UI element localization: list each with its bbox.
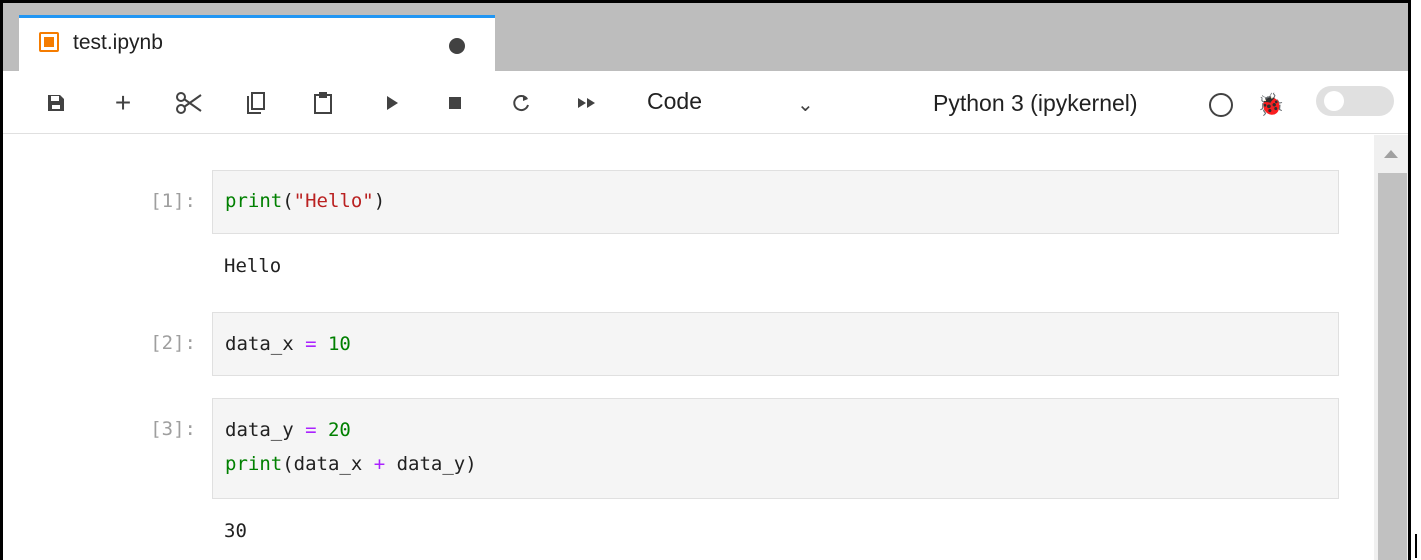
unsaved-indicator-icon[interactable]	[449, 38, 465, 54]
run-all-button[interactable]	[574, 86, 600, 120]
code-line: data_x = 10	[225, 333, 351, 355]
code-line: print("Hello")	[225, 190, 386, 212]
kernel-name-button[interactable]: Python 3 (ipykernel)	[933, 90, 1138, 117]
cell-type-select[interactable]: Code	[647, 88, 702, 115]
stop-icon	[449, 97, 461, 109]
plus-icon: +	[114, 87, 132, 118]
debugger-bug-icon[interactable]: 🐞	[1257, 92, 1284, 118]
copy-icon	[247, 92, 265, 114]
restart-icon	[513, 95, 529, 112]
copy-button[interactable]	[241, 86, 271, 120]
tab-bar: test.ipynb	[3, 3, 1408, 72]
notebook-window: test.ipynb + Code ⌄ Python 3 (ipykernel)…	[0, 0, 1411, 560]
vertical-scrollbar[interactable]	[1374, 135, 1408, 560]
code-cell-input[interactable]: data_y = 20 print(data_x + data_y)	[212, 398, 1339, 499]
cell-output: 30	[224, 520, 247, 542]
play-icon	[387, 96, 398, 110]
scroll-up-arrow-icon[interactable]	[1384, 150, 1398, 158]
paste-button[interactable]	[308, 86, 338, 120]
window-edge	[1415, 534, 1417, 558]
toggle-knob	[1324, 91, 1344, 111]
run-button[interactable]	[380, 86, 404, 120]
chevron-down-icon[interactable]: ⌄	[797, 92, 814, 117]
code-line: data_y = 20	[225, 419, 351, 441]
notebook-toolbar: + Code ⌄ Python 3 (ipykernel) 🐞	[3, 72, 1408, 134]
code-cell-input[interactable]: print("Hello")	[212, 170, 1339, 234]
cut-button[interactable]	[171, 86, 207, 120]
insert-cell-button[interactable]: +	[108, 86, 138, 120]
tab-test-ipynb[interactable]: test.ipynb	[19, 15, 495, 72]
scrollbar-thumb[interactable]	[1378, 173, 1407, 560]
debugger-toggle[interactable]	[1316, 86, 1394, 116]
cell-output: Hello	[224, 255, 282, 277]
restart-button[interactable]	[508, 86, 534, 120]
save-button[interactable]	[41, 86, 71, 120]
notebook-icon	[39, 32, 59, 52]
cell-prompt: [3]:	[150, 418, 196, 440]
code-cell-input[interactable]: data_x = 10	[212, 312, 1339, 376]
stop-button[interactable]	[443, 86, 467, 120]
tab-title: test.ipynb	[73, 31, 163, 54]
kernel-idle-status-icon	[1209, 93, 1233, 117]
code-line: print(data_x + data_y)	[225, 453, 477, 475]
scissors-icon	[176, 92, 202, 114]
paste-icon	[314, 92, 332, 114]
cell-prompt: [1]:	[150, 190, 196, 212]
fast-forward-icon	[578, 98, 595, 108]
save-icon	[48, 95, 64, 111]
notebook-panel: [1]: print("Hello") Hello [2]: data_x = …	[3, 135, 1374, 560]
cell-prompt: [2]:	[150, 332, 196, 354]
